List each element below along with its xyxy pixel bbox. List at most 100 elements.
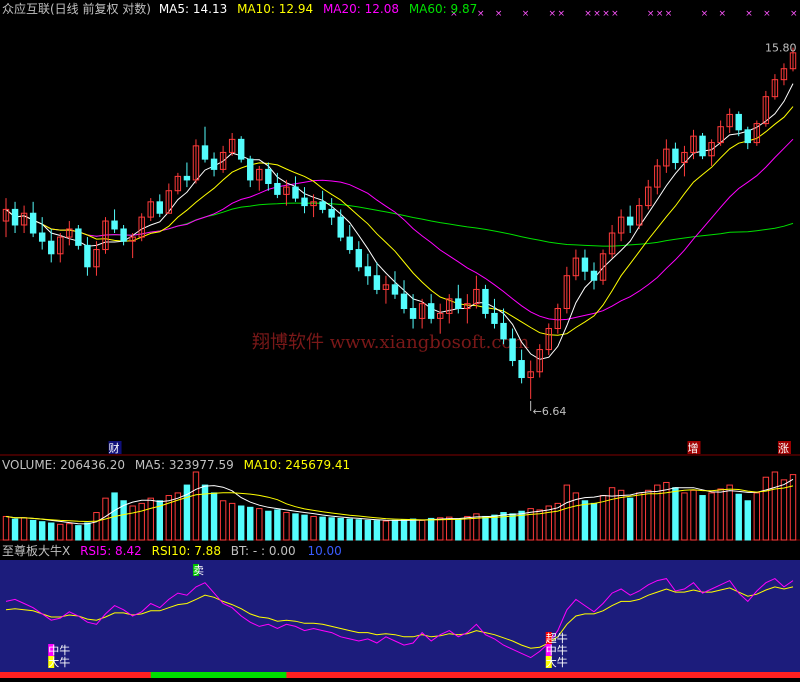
volume-bar [663, 481, 670, 541]
signal-x-marker: × [745, 9, 753, 19]
volume-ma10: MA10: 245679.41 [243, 458, 351, 472]
volume-bar [310, 515, 317, 541]
volume-bar [590, 502, 598, 541]
volume-bar [337, 517, 344, 541]
candle-body [247, 158, 254, 181]
candle-body [328, 208, 335, 218]
volume-bar [292, 513, 299, 541]
signal-x-marker: × [701, 9, 709, 19]
signal-x-marker: × [665, 9, 673, 19]
stock-title: 众应互联(日线 前复权 对数) [2, 2, 151, 16]
volume-bar [672, 487, 679, 541]
volume-bar [762, 476, 770, 541]
candle-body [364, 266, 372, 277]
volume-bar [418, 519, 426, 541]
candle-body [292, 186, 299, 199]
volume-bar [446, 516, 453, 541]
candle-body [75, 228, 82, 246]
signal-x-marker: × [602, 9, 610, 19]
candle-body [319, 201, 326, 210]
candle-body [48, 240, 55, 255]
volume-bar [237, 505, 245, 541]
volume-bar [699, 495, 706, 541]
ma5-line [5, 83, 794, 360]
ma5-value: MA5: 14.13 [158, 2, 228, 16]
volume-bar [364, 519, 372, 541]
candle-body [337, 216, 344, 238]
volume-bar [301, 514, 308, 541]
volume-bar [464, 515, 471, 541]
super-bull-signal: 超牛 [546, 631, 568, 645]
candle-body [274, 182, 281, 195]
candle-body [38, 232, 46, 242]
volume-bar [545, 505, 552, 541]
volume-bar [427, 517, 435, 541]
volume-bar [753, 492, 761, 541]
candle-body [400, 293, 408, 310]
rsi5-value: RSI5: 8.42 [80, 544, 142, 558]
medium-bull-signal: 中牛 [48, 643, 70, 657]
candle-body [672, 148, 679, 164]
volume-panel-header: VOLUME: 206436.20 MA5: 323977.59 MA10: 2… [2, 458, 350, 472]
indicator-name: 至尊板大牛X [2, 544, 71, 558]
volume-bar [48, 522, 55, 541]
volume-bar [256, 508, 263, 541]
candle-body [355, 249, 363, 268]
candle-body [699, 135, 706, 157]
stock-chart[interactable]: 翔博软件 www.xiangbosoft.com15.80←6.64财增涨× × ×… [0, 0, 800, 682]
volume-bar [563, 484, 571, 541]
volume-bar [228, 502, 236, 541]
volume-bar [645, 489, 652, 541]
volume-bar [138, 502, 145, 541]
candle-body [744, 129, 751, 144]
volume-bar [192, 471, 200, 541]
signal-x-marker: × [477, 9, 485, 19]
signal-x-marker: × [593, 9, 601, 19]
candle-body [201, 145, 209, 160]
event-marker-increase: 增 [687, 441, 698, 455]
volume-bar [744, 500, 751, 541]
volume-bar [265, 510, 272, 541]
volume-bar [536, 509, 543, 541]
sell-signal: 卖 [193, 564, 204, 577]
volume-bar [247, 506, 254, 541]
signal-x-marker: × [718, 9, 726, 19]
candle-body [409, 308, 417, 319]
ma20-value: MA20: 12.08 [322, 2, 399, 16]
volume-bar [391, 519, 399, 541]
volume-bar [66, 523, 73, 541]
volume-bar [75, 525, 82, 541]
volume-bar [11, 518, 19, 541]
volume-bar [708, 492, 715, 541]
volume-bar [319, 516, 326, 541]
candle-body [581, 257, 589, 272]
candle-body [29, 212, 37, 234]
candle-body [265, 168, 272, 184]
high-price-label: 15.80 [765, 42, 797, 55]
candle-body [626, 216, 634, 226]
trend-strip-green [150, 672, 287, 678]
signal-x-marker: × [584, 9, 592, 19]
volume-bar [93, 512, 100, 541]
ma10-value: MA10: 12.94 [237, 2, 314, 16]
volume-bar [681, 492, 688, 541]
big-bull-signal: 大牛 [546, 655, 568, 669]
event-marker-rise: 涨 [778, 442, 789, 455]
signal-x-marker: × [557, 9, 565, 19]
volume-bar [274, 509, 281, 541]
volume-bar [38, 521, 46, 541]
volume-bar [554, 502, 562, 541]
candle-body [427, 303, 435, 319]
volume-bar [373, 520, 381, 541]
signal-x-marker: × [611, 9, 619, 19]
volume-bar [717, 488, 724, 541]
candle-body [518, 360, 525, 379]
candle-body [346, 236, 353, 251]
watermark-text: 翔博软件 www.xiangbosoft.com [252, 332, 529, 353]
candle-body [482, 288, 489, 314]
ma10-line [5, 106, 794, 336]
volume-bar [2, 515, 10, 541]
candle-body [111, 220, 118, 230]
candle-body [391, 284, 399, 295]
candle-body [500, 322, 507, 340]
